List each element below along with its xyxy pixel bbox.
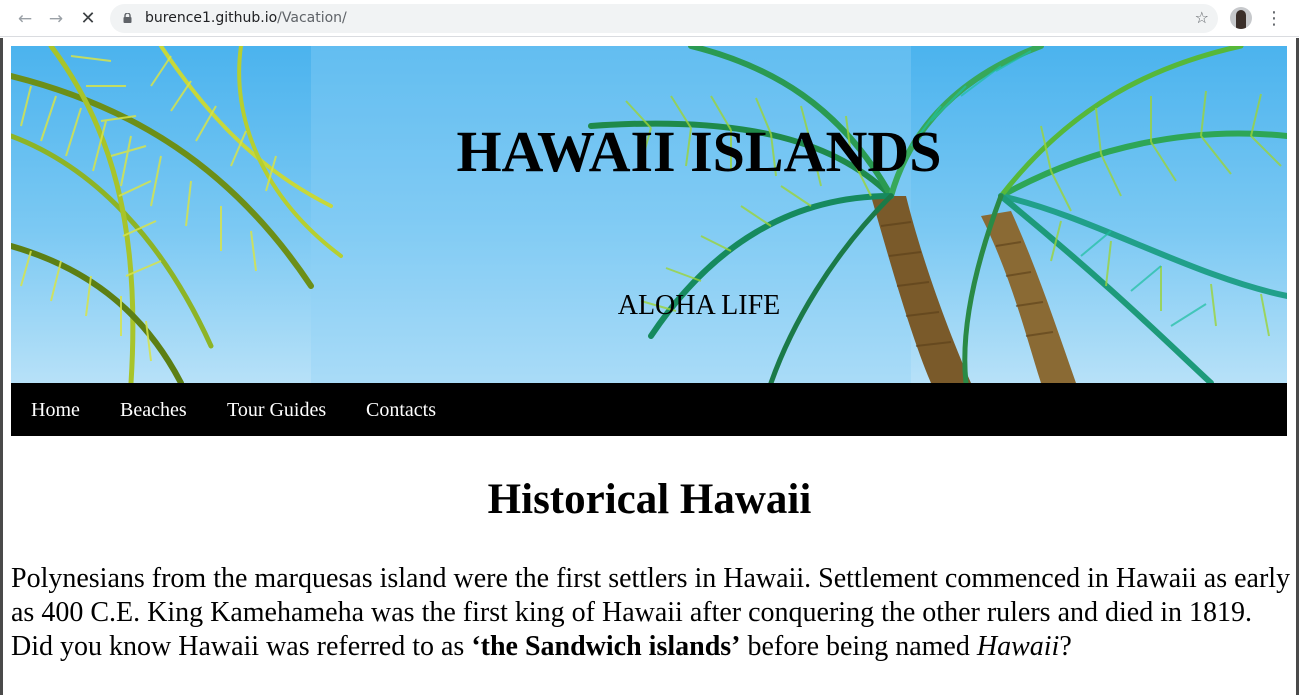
browser-toolbar: ← → ✕ burence1.github.io/Vacation/ ☆ ⋮ xyxy=(0,0,1299,37)
nav-item-contacts[interactable]: Contacts xyxy=(366,398,436,422)
avatar[interactable] xyxy=(1230,7,1252,29)
main-nav: Home Beaches Tour Guides Contacts xyxy=(11,383,1287,436)
paragraph-bold-text: ‘the Sandwich islands’ xyxy=(471,631,741,662)
more-vertical-icon[interactable]: ⋮ xyxy=(1264,8,1284,30)
lock-icon xyxy=(123,13,132,23)
paragraph-text-continued: before being named xyxy=(740,631,977,662)
arrow-right-icon[interactable]: → xyxy=(45,8,67,30)
url-path: /Vacation/ xyxy=(277,10,347,26)
hero-banner: HAWAII ISLANDS ALOHA LIFE xyxy=(11,46,1287,383)
section-heading: Historical Hawaii xyxy=(487,476,812,523)
history-paragraph: Polynesians from the marquesas island we… xyxy=(11,562,1291,664)
page-content: HAWAII ISLANDS ALOHA LIFE Home Beaches T… xyxy=(0,38,1299,695)
star-icon[interactable]: ☆ xyxy=(1195,9,1209,27)
site-subtitle: ALOHA LIFE xyxy=(617,290,781,321)
nav-item-tour-guides[interactable]: Tour Guides xyxy=(227,398,326,422)
arrow-left-icon[interactable]: ← xyxy=(14,8,36,30)
paragraph-end: ? xyxy=(1059,631,1072,662)
nav-item-beaches[interactable]: Beaches xyxy=(120,398,187,422)
site-title: HAWAII ISLANDS xyxy=(456,119,942,184)
palm-trees-image xyxy=(11,46,1287,383)
window-border-left xyxy=(0,38,3,695)
close-icon[interactable]: ✕ xyxy=(77,8,99,30)
paragraph-italic-text: Hawaii xyxy=(976,631,1060,662)
address-bar[interactable]: burence1.github.io/Vacation/ ☆ xyxy=(110,4,1218,33)
url-text: burence1.github.io/Vacation/ xyxy=(145,10,347,27)
nav-item-home[interactable]: Home xyxy=(31,398,80,422)
url-host: burence1.github.io xyxy=(145,10,278,26)
